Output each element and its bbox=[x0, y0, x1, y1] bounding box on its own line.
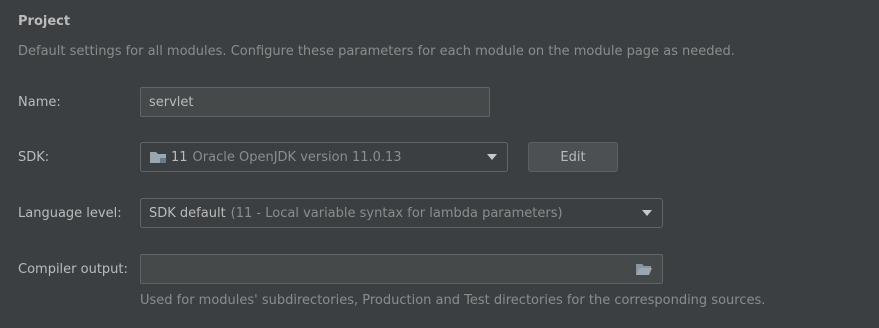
sdk-edit-button[interactable]: Edit bbox=[528, 142, 618, 172]
sdk-version-number: 11 bbox=[171, 149, 188, 165]
language-level-dropdown[interactable]: SDK default (11 - Local variable syntax … bbox=[140, 198, 663, 228]
language-level-detail: (11 - Local variable syntax for lambda p… bbox=[230, 205, 563, 221]
language-level-value: SDK default bbox=[149, 205, 226, 221]
chevron-down-icon bbox=[487, 154, 497, 160]
compiler-output-input[interactable] bbox=[140, 254, 663, 284]
compiler-output-helper: Used for modules' subdirectories, Produc… bbox=[140, 293, 766, 308]
sdk-dropdown[interactable]: 11 Oracle OpenJDK version 11.0.13 bbox=[140, 142, 508, 172]
section-title: Project bbox=[18, 14, 71, 29]
sdk-version-detail: Oracle OpenJDK version 11.0.13 bbox=[192, 149, 402, 165]
folder-icon bbox=[149, 150, 167, 164]
chevron-down-icon bbox=[642, 210, 652, 216]
compiler-output-label: Compiler output: bbox=[18, 262, 128, 277]
name-label: Name: bbox=[18, 95, 61, 110]
section-description: Default settings for all modules. Config… bbox=[18, 44, 735, 59]
folder-open-icon[interactable] bbox=[635, 262, 653, 276]
language-level-label: Language level: bbox=[18, 206, 122, 221]
sdk-label: SDK: bbox=[18, 150, 50, 165]
name-input[interactable] bbox=[140, 87, 490, 117]
